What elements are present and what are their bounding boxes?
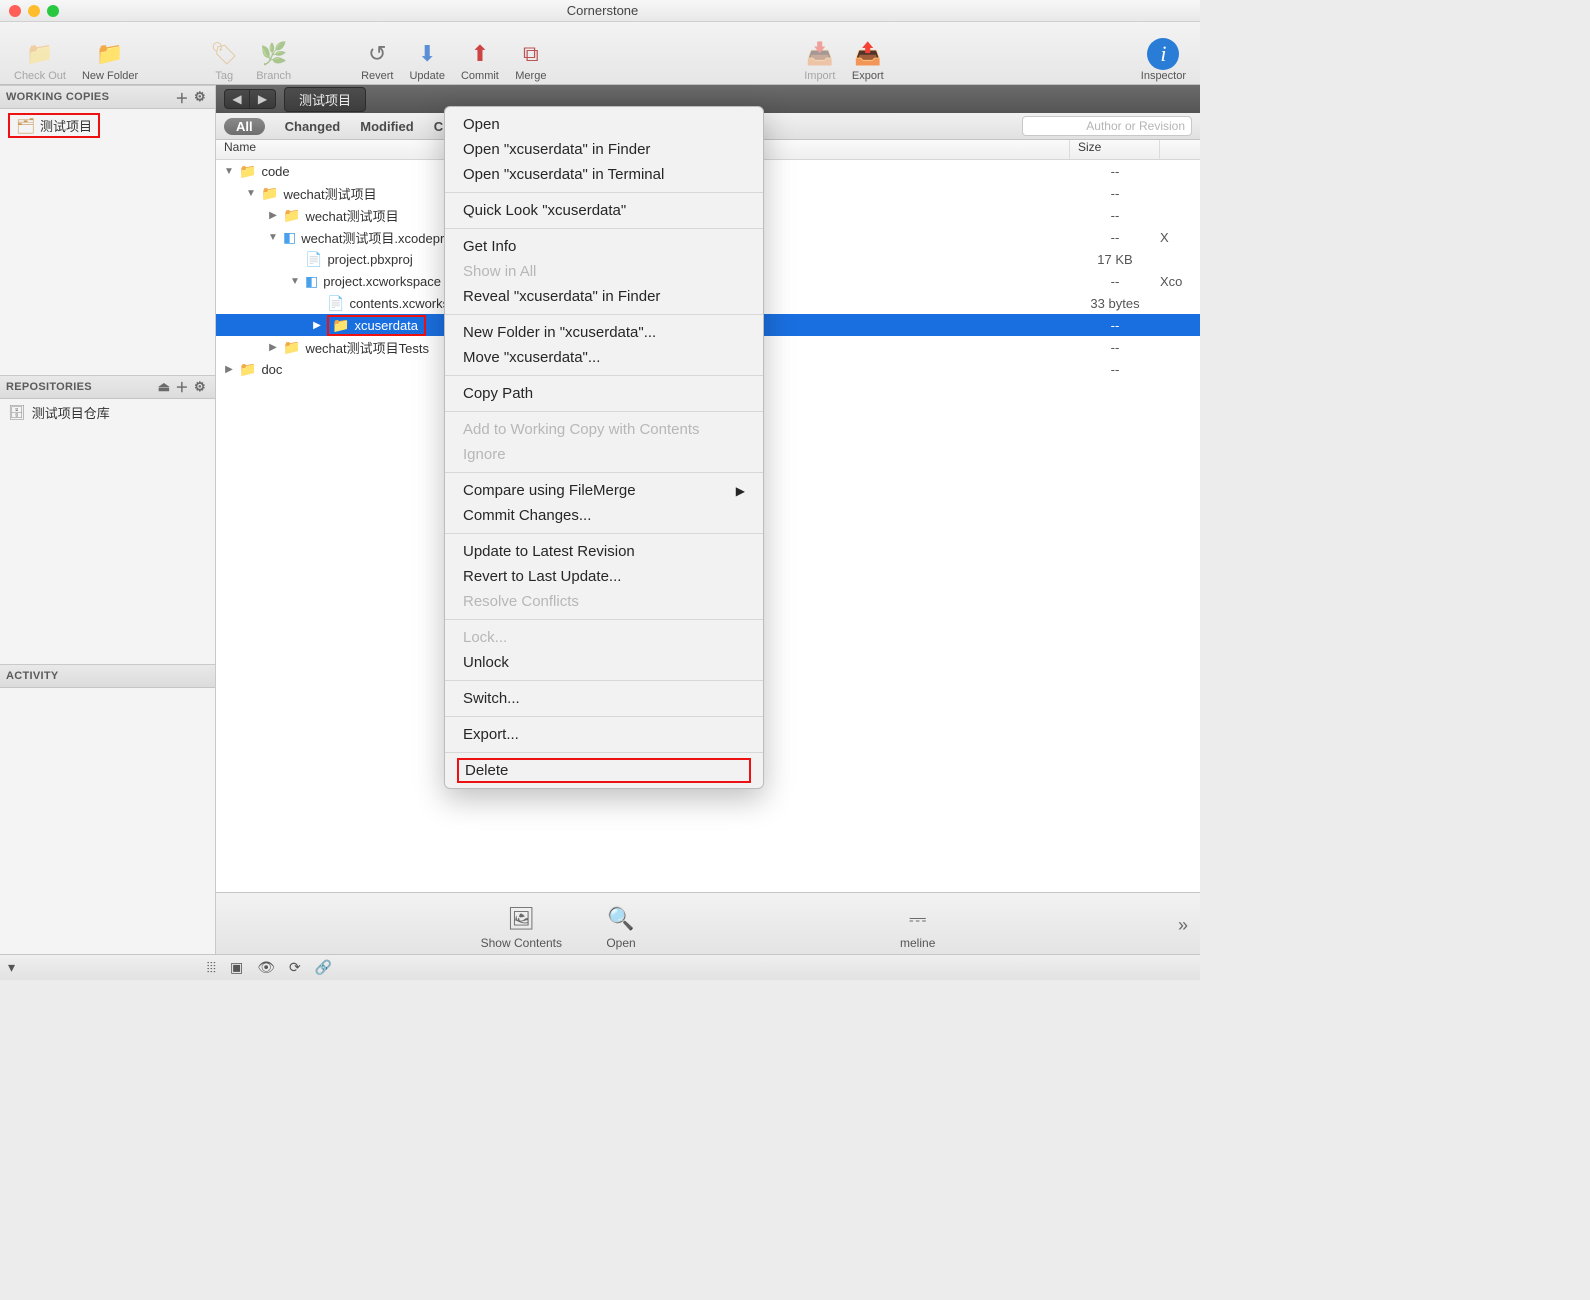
main-footer: 🖼Show Contents 🔍Open ⎓meline » (216, 892, 1200, 954)
sidebar-item-repository[interactable]: 🗄测试项目仓库 (0, 399, 215, 426)
folder-icon: 📁 (239, 361, 256, 378)
working-copy-gear-button[interactable]: ⚙︎ (191, 89, 209, 105)
repositories-header: REPOSITORIES ⏏ ＋ ⚙︎ (0, 375, 215, 399)
refresh-icon[interactable]: ⟳ (289, 959, 301, 976)
xcodeproj-icon: ◧ (283, 229, 296, 246)
open-button[interactable]: 🔍Open (606, 904, 636, 950)
activity-header: ACTIVITY (0, 664, 215, 688)
branch-icon: 🌿 (258, 38, 290, 70)
col-size[interactable]: Size (1070, 140, 1160, 159)
file-icon: 📄 (327, 295, 344, 312)
revert-icon: ↺ (361, 38, 393, 70)
menu-showinall: Show in All (445, 259, 763, 284)
database-icon: 🗄 (8, 404, 26, 421)
folder-icon: 📁 (283, 339, 300, 356)
merge-button[interactable]: ⧉Merge (509, 24, 553, 82)
window-title: Cornerstone (5, 3, 1200, 18)
import-button[interactable]: 📥Import (798, 24, 842, 82)
inspector-icon: i (1147, 38, 1179, 70)
toolbar: 📁Check Out 📁New Folder 🏷Tag 🌿Branch ↺Rev… (0, 22, 1200, 85)
tray-icon[interactable]: ▾ (8, 959, 15, 976)
menu-move[interactable]: Move "xcuserdata"... (445, 345, 763, 370)
magnifier-icon: 🔍 (606, 904, 636, 934)
filter-conflicts[interactable]: C (434, 119, 443, 134)
update-icon: ⬇ (411, 38, 443, 70)
commit-icon: ⬆ (464, 38, 496, 70)
eye-icon[interactable]: 👁 (257, 959, 275, 976)
status-bar: ▾ ⦙⦙⦙ ▣ 👁 ⟳ 🔗 (0, 954, 1200, 980)
folder-icon: 📁 (261, 185, 278, 202)
menu-lock: Lock... (445, 625, 763, 650)
xcworkspace-icon: ◧ (305, 273, 318, 290)
new-folder-button[interactable]: 📁New Folder (76, 24, 144, 82)
nav-forward-button[interactable]: ▶ (250, 89, 276, 109)
file-icon: 📄 (305, 251, 322, 268)
working-copies-header: WORKING COPIES ＋ ⚙︎ (0, 85, 215, 109)
commit-button[interactable]: ⬆Commit (455, 24, 505, 82)
tag-button[interactable]: 🏷Tag (202, 24, 246, 82)
sidebar-toggle-icon[interactable]: ⦙⦙⦙ (207, 959, 216, 976)
add-working-copy-button[interactable]: ＋ (173, 88, 191, 107)
menu-quicklook[interactable]: Quick Look "xcuserdata" (445, 198, 763, 223)
revert-button[interactable]: ↺Revert (355, 24, 399, 82)
sidebar: WORKING COPIES ＋ ⚙︎ 🗂测试项目 REPOSITORIES ⏏… (0, 85, 216, 954)
search-input[interactable]: Author or Revision (1022, 116, 1192, 136)
show-contents-button[interactable]: 🖼Show Contents (481, 904, 562, 950)
repo-eject-button[interactable]: ⏏ (155, 379, 173, 395)
menu-switch[interactable]: Switch... (445, 686, 763, 711)
menu-open-finder[interactable]: Open "xcuserdata" in Finder (445, 137, 763, 162)
branch-button[interactable]: 🌿Branch (250, 24, 297, 82)
import-icon: 📥 (804, 38, 836, 70)
context-menu: Open Open "xcuserdata" in Finder Open "x… (444, 106, 764, 789)
title-bar: Cornerstone (0, 0, 1200, 22)
export-icon: 📤 (852, 38, 884, 70)
menu-commit[interactable]: Commit Changes... (445, 503, 763, 528)
menu-delete[interactable]: Delete (457, 758, 751, 783)
nav-back-button[interactable]: ◀ (224, 89, 250, 109)
update-button[interactable]: ⬇Update (403, 24, 450, 82)
menu-open-terminal[interactable]: Open "xcuserdata" in Terminal (445, 162, 763, 187)
more-button[interactable]: » (1178, 915, 1190, 936)
menu-reveal[interactable]: Reveal "xcuserdata" in Finder (445, 284, 763, 309)
submenu-arrow-icon: ▶ (736, 484, 745, 498)
new-folder-icon: 📁 (94, 38, 126, 70)
timeline-button[interactable]: ⎓meline (900, 904, 935, 950)
working-copy-icon: 🗂 (16, 117, 35, 135)
menu-compare[interactable]: Compare using FileMerge▶ (445, 478, 763, 503)
filter-all[interactable]: All (224, 118, 265, 135)
folder-icon: 📁 (239, 163, 256, 180)
folder-icon: 📁 (332, 317, 349, 334)
folder-icon: 📁 (283, 207, 300, 224)
add-repo-button[interactable]: ＋ (173, 377, 191, 396)
menu-open[interactable]: Open (445, 112, 763, 137)
link-icon[interactable]: 🔗 (315, 959, 332, 976)
repo-gear-button[interactable]: ⚙︎ (191, 379, 209, 395)
checkout-icon: 📁 (24, 38, 56, 70)
merge-icon: ⧉ (515, 38, 547, 70)
collapse-icon[interactable]: ▣ (230, 959, 243, 976)
checkout-button[interactable]: 📁Check Out (8, 24, 72, 82)
menu-unlock[interactable]: Unlock (445, 650, 763, 675)
timeline-icon: ⎓ (903, 904, 933, 934)
breadcrumb[interactable]: 测试项目 (284, 87, 366, 112)
export-button[interactable]: 📤Export (846, 24, 890, 82)
filter-modified[interactable]: Modified (360, 119, 413, 134)
menu-update[interactable]: Update to Latest Revision (445, 539, 763, 564)
show-contents-icon: 🖼 (506, 904, 536, 934)
tag-icon: 🏷 (208, 38, 240, 70)
menu-export[interactable]: Export... (445, 722, 763, 747)
menu-newfolder[interactable]: New Folder in "xcuserdata"... (445, 320, 763, 345)
sidebar-item-working-copy[interactable]: 🗂测试项目 (0, 109, 215, 142)
filter-changed[interactable]: Changed (285, 119, 341, 134)
col-kind[interactable] (1160, 140, 1200, 159)
menu-ignore: Ignore (445, 442, 763, 467)
menu-revert[interactable]: Revert to Last Update... (445, 564, 763, 589)
menu-resolve: Resolve Conflicts (445, 589, 763, 614)
menu-addwc: Add to Working Copy with Contents (445, 417, 763, 442)
menu-copypath[interactable]: Copy Path (445, 381, 763, 406)
inspector-button[interactable]: iInspector (1135, 24, 1192, 82)
menu-getinfo[interactable]: Get Info (445, 234, 763, 259)
